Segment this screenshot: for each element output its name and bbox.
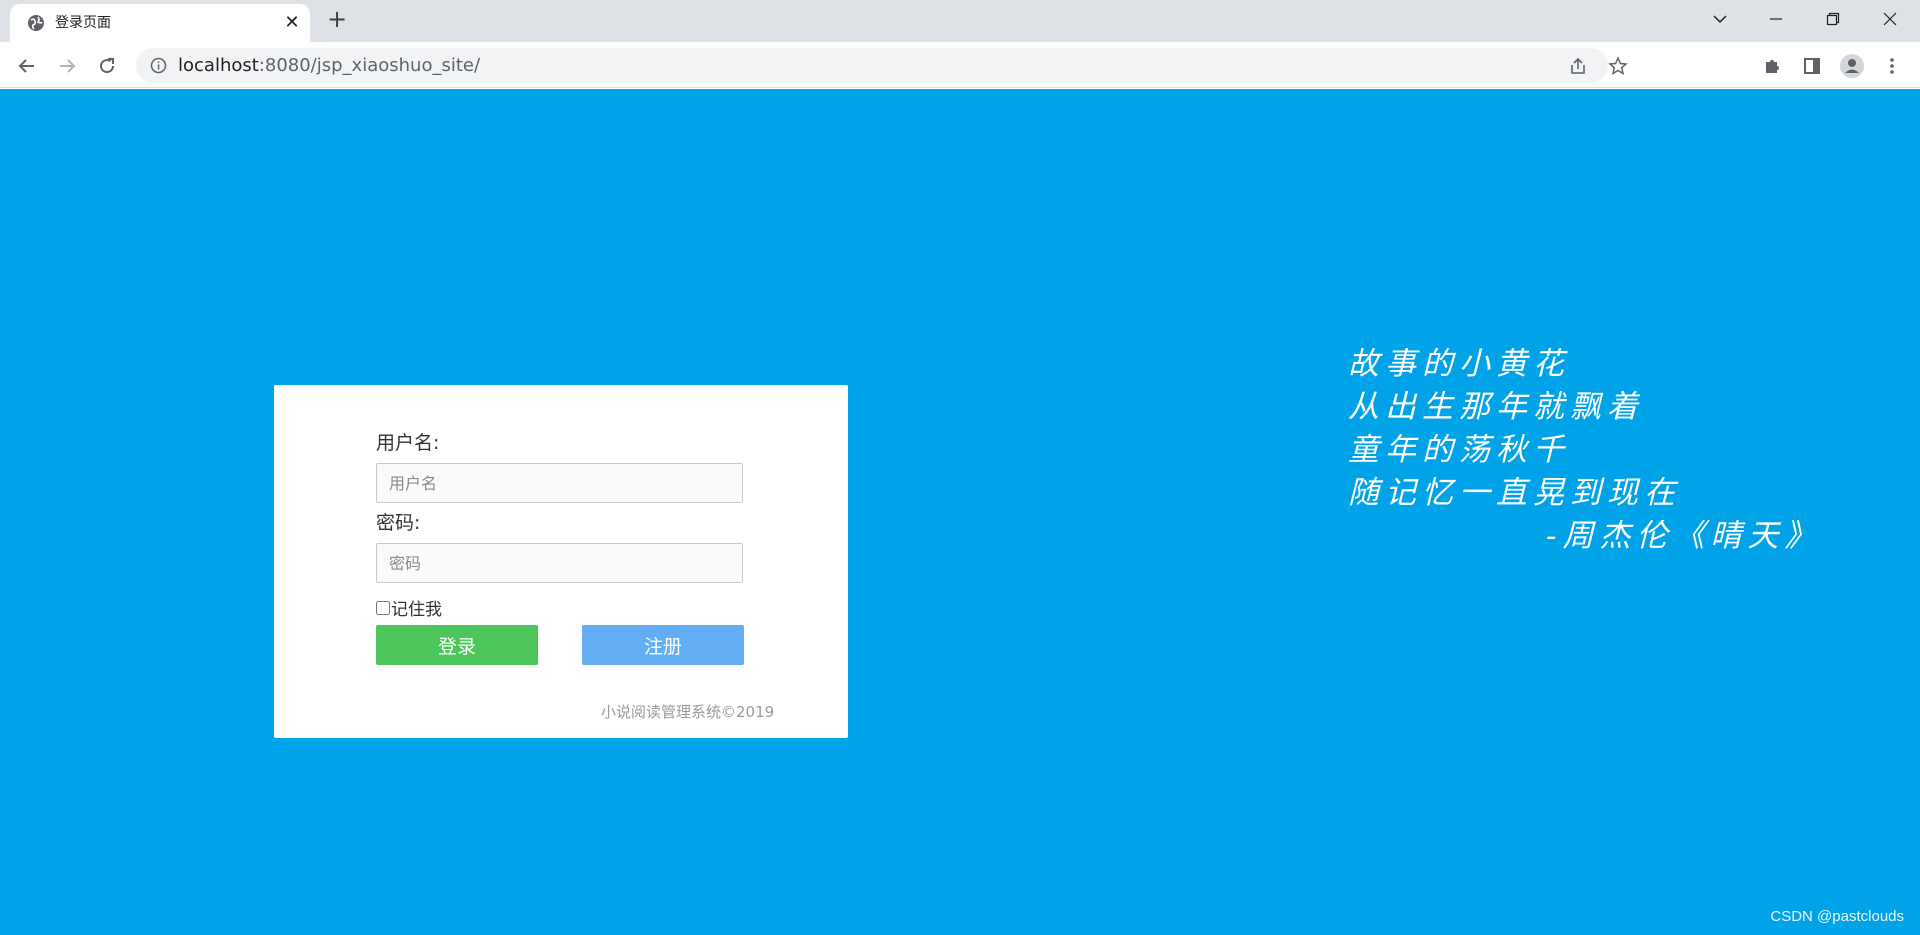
minimize-icon (1770, 18, 1782, 20)
watermark: CSDN @pastclouds (1770, 908, 1904, 925)
chevron-down-icon (1713, 15, 1727, 24)
quote-line: 童年的荡秋千 (1348, 432, 1570, 468)
url-text[interactable]: localhost:8080/jsp_xiaoshuo_site/ (178, 55, 480, 77)
globe-icon (28, 15, 44, 31)
reload-icon (100, 58, 115, 74)
new-tab-button[interactable]: + (325, 7, 349, 32)
tab-close-icon[interactable]: ✕ (282, 13, 302, 33)
quote-attribution: -周杰伦《晴天》 (1546, 518, 1822, 554)
puzzle-icon (1766, 60, 1779, 73)
password-input[interactable] (376, 543, 743, 583)
back-arrow-icon (18, 59, 34, 73)
tab-title: 登录页面 (55, 15, 111, 31)
remember-me[interactable]: 记住我 (376, 595, 442, 620)
close-window-button[interactable] (1862, 0, 1918, 38)
share-icon[interactable] (1568, 56, 1588, 76)
kebab-menu-icon (1890, 58, 1894, 74)
register-button[interactable]: 注册 (582, 625, 744, 665)
page-content: 用户名: 密码: 记住我 登录 注册 小说阅读管理系统©2019 故事的小黄花 … (0, 89, 1920, 935)
browser-menu-button[interactable] (1878, 52, 1906, 80)
url-host: localhost (178, 55, 259, 76)
reload-button[interactable] (93, 52, 121, 80)
side-panel-button[interactable] (1798, 52, 1826, 80)
info-icon[interactable] (150, 57, 167, 74)
back-button[interactable] (13, 52, 41, 80)
restore-button[interactable] (1805, 0, 1861, 38)
forward-arrow-icon (60, 59, 76, 73)
star-icon[interactable] (1608, 56, 1628, 76)
quote-line: 随记忆一直晃到现在 (1348, 475, 1681, 511)
profile-icon (1840, 54, 1864, 78)
minimize-button[interactable] (1748, 0, 1804, 38)
restore-icon (1826, 12, 1840, 26)
password-label: 密码: (376, 512, 421, 534)
quote-line: 故事的小黄花 (1348, 346, 1570, 382)
remember-me-label: 记住我 (391, 600, 442, 620)
username-label: 用户名: (376, 432, 440, 454)
extensions-button[interactable] (1758, 52, 1786, 80)
quote-line: 从出生那年就飘着 (1348, 389, 1644, 425)
close-icon (1883, 12, 1897, 26)
remember-me-checkbox[interactable] (376, 600, 390, 615)
side-panel-icon (1804, 58, 1820, 74)
tab-search-button[interactable] (1692, 0, 1748, 38)
lyrics-quote: 故事的小黄花 从出生那年就飘着 童年的荡秋千 随记忆一直晃到现在 -周杰伦《晴天… (1348, 343, 1821, 558)
username-input[interactable] (376, 463, 743, 503)
browser-tab-strip: 登录页面 ✕ + (0, 0, 1920, 42)
footer-copyright: 小说阅读管理系统©2019 (601, 703, 775, 721)
browser-tab[interactable]: 登录页面 ✕ (10, 4, 310, 42)
login-button[interactable]: 登录 (376, 625, 538, 665)
address-bar[interactable]: localhost:8080/jsp_xiaoshuo_site/ (136, 48, 1628, 83)
forward-button[interactable] (53, 52, 81, 80)
login-card: 用户名: 密码: 记住我 登录 注册 小说阅读管理系统©2019 (274, 385, 848, 738)
browser-toolbar: localhost:8080/jsp_xiaoshuo_site/ (0, 42, 1920, 88)
profile-button[interactable] (1838, 52, 1866, 80)
url-path: :8080/jsp_xiaoshuo_site/ (258, 55, 481, 76)
